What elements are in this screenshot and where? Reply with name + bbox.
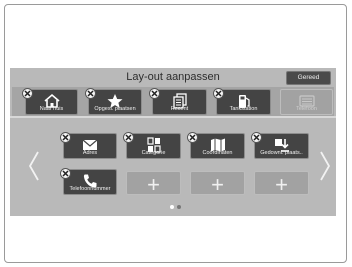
plus-icon: +	[211, 172, 224, 197]
remove-button-recent[interactable]	[149, 88, 160, 99]
remove-button-fuel-station[interactable]	[213, 88, 224, 99]
close-icon	[151, 90, 158, 97]
grid-label-coordinates: Coördinaten	[202, 150, 233, 156]
fav-label-phone: Telefoon	[296, 106, 317, 112]
grid-tile-downloaded-places[interactable]: Gedownl. plaats..	[254, 133, 309, 159]
remove-button-home[interactable]	[22, 88, 33, 99]
divider	[10, 116, 336, 118]
close-icon	[24, 90, 31, 97]
remove-button-address[interactable]	[60, 132, 71, 143]
remove-button-saved-places[interactable]	[85, 88, 96, 99]
grid-tile-category[interactable]: Categorie	[126, 133, 181, 159]
chevron-right-icon[interactable]	[319, 150, 331, 182]
fav-label-home: Naar huis	[39, 106, 64, 112]
close-icon	[215, 90, 222, 97]
page-indicator-active	[170, 205, 174, 209]
grid-label-category: Categorie	[141, 150, 166, 156]
remove-button-downloaded-places[interactable]	[251, 132, 262, 143]
close-icon	[87, 90, 94, 97]
done-button[interactable]: Gereed	[286, 71, 331, 85]
layout-screen: Lay-out aanpassen Gereed Naar huis Opges…	[10, 68, 336, 216]
plus-icon: +	[147, 172, 160, 197]
remove-button-phone-number[interactable]	[60, 168, 71, 179]
fav-tile-phone-disabled: Telefoon	[280, 89, 333, 115]
grid-label-phone-number: Telefoonnummer	[69, 186, 111, 192]
fav-label-fuel-station: Tankstation	[229, 106, 258, 112]
fav-label-saved-places: Opgesl. plaatsen	[94, 106, 136, 112]
chevron-left-icon[interactable]	[28, 150, 40, 182]
close-icon	[125, 134, 132, 141]
remove-button-category[interactable]	[123, 132, 134, 143]
grid-label-address: Adres	[82, 150, 98, 156]
fav-tile-saved-places[interactable]: Opgesl. plaatsen	[88, 89, 142, 115]
grid-label-downloaded-places: Gedownl. plaats..	[260, 150, 303, 156]
empty-slot[interactable]: +	[126, 171, 181, 197]
grid-tile-phone-number[interactable]: Telefoonnummer	[63, 169, 117, 195]
empty-slot[interactable]: +	[190, 171, 245, 197]
empty-slot[interactable]: +	[254, 171, 309, 197]
page-indicator-inactive[interactable]	[177, 205, 181, 209]
fav-tile-fuel-station[interactable]: Tankstation	[216, 89, 271, 115]
fav-label-recent: Recent	[170, 106, 189, 112]
close-icon	[62, 170, 69, 177]
close-icon	[62, 134, 69, 141]
close-icon	[253, 134, 260, 141]
grid-tile-coordinates[interactable]: Coördinaten	[190, 133, 245, 159]
plus-icon: +	[275, 172, 288, 197]
remove-button-coordinates[interactable]	[187, 132, 198, 143]
close-icon	[189, 134, 196, 141]
grid-tile-address[interactable]: Adres	[63, 133, 117, 159]
fav-tile-recent[interactable]: Recent	[152, 89, 207, 115]
